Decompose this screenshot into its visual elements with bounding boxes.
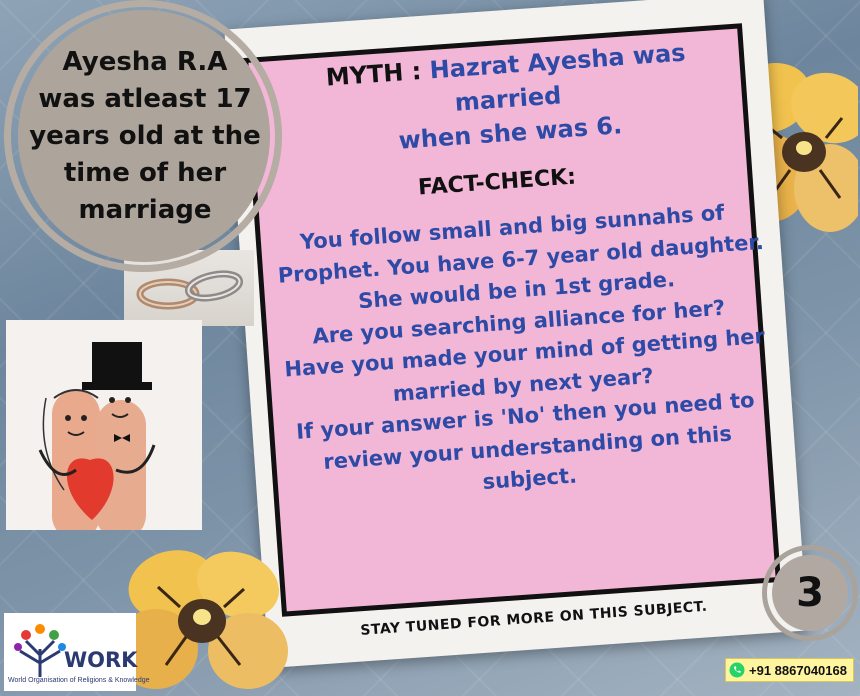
fact-check-body: You follow small and big sunnahs of Prop… xyxy=(275,196,768,512)
page-number: 3 xyxy=(772,555,848,631)
title-text: Ayesha R.A was atleast 17 years old at t… xyxy=(27,44,261,229)
work-logo-tree-icon xyxy=(14,624,66,677)
title-line: time of her xyxy=(63,157,227,188)
whatsapp-icon xyxy=(729,662,745,678)
logo-name: WORK xyxy=(64,648,138,672)
myth-text-line1: Hazrat Ayesha was married xyxy=(428,38,687,117)
myth-label: MYTH : xyxy=(324,57,423,92)
phone-badge: +91 8867040168 xyxy=(725,658,854,682)
title-line: was atleast 17 xyxy=(38,83,252,114)
pansy-flower-bottom xyxy=(114,550,288,689)
title-circle: Ayesha R.A was atleast 17 years old at t… xyxy=(18,10,270,262)
title-line: Ayesha R.A xyxy=(62,46,228,77)
finger-couple-illustration xyxy=(6,320,202,530)
phone-number: +91 8867040168 xyxy=(749,662,847,678)
finger-couple-photo xyxy=(6,320,202,530)
title-line: marriage xyxy=(78,194,212,225)
title-line: years old at the xyxy=(29,120,261,151)
logo-subtitle: World Organisation of Religions & Knowle… xyxy=(8,677,150,684)
